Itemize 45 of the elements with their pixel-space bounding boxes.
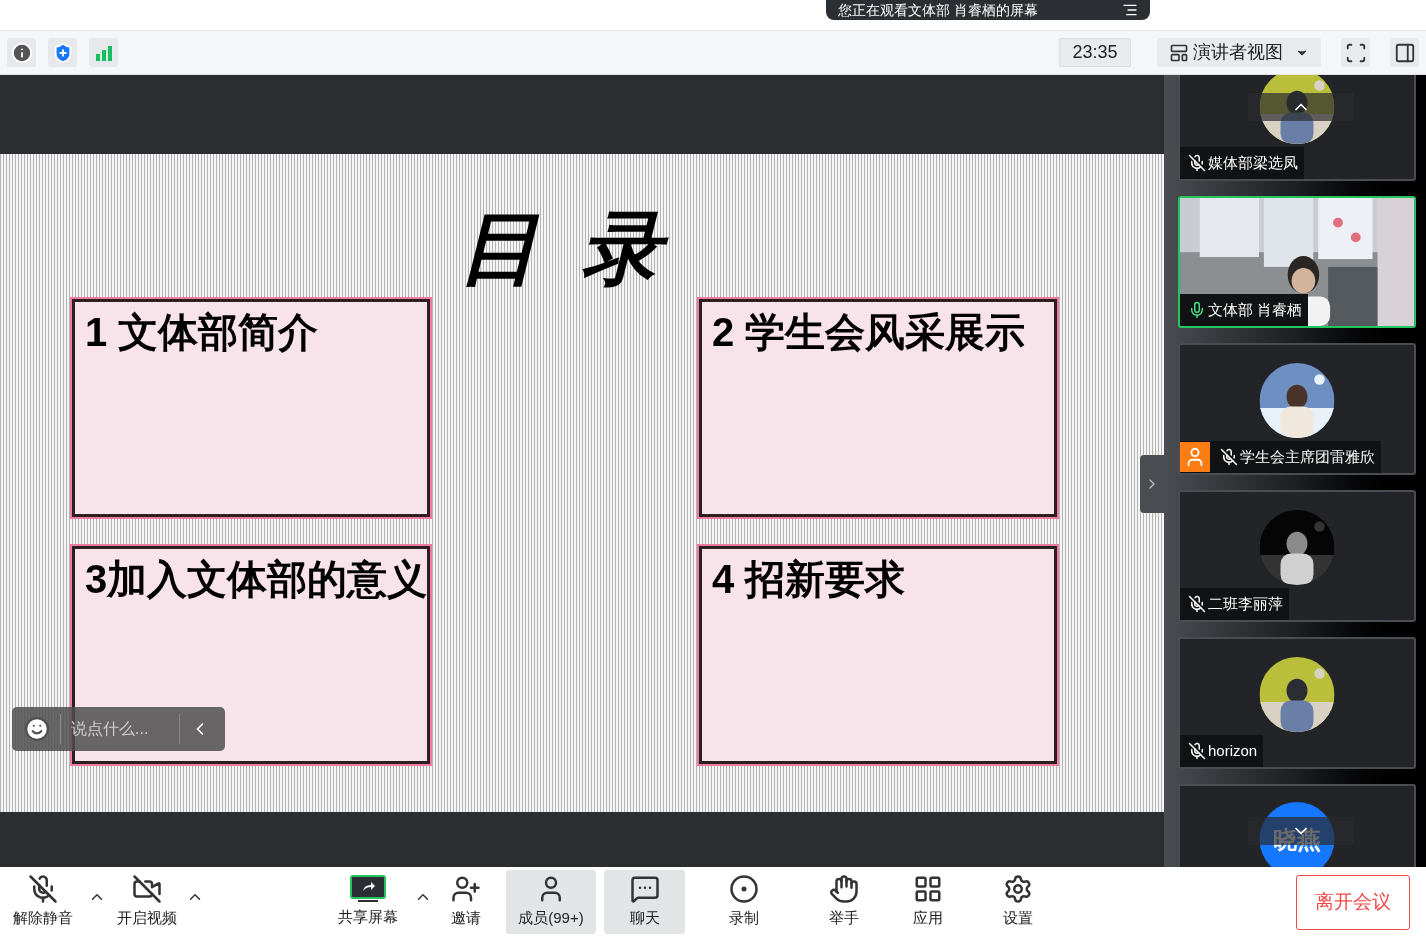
hand-icon: [829, 874, 859, 905]
chat-bubble-icon: [629, 874, 660, 905]
toolbar-button[interactable]: 邀请: [433, 870, 499, 934]
chat-input-bar[interactable]: 说点什么...: [12, 707, 225, 751]
banner-text: 您正在观看文体部 肖睿栖的屏幕: [838, 3, 1038, 17]
fullscreen-icon[interactable]: [1341, 38, 1370, 67]
chat-input-field[interactable]: 说点什么...: [71, 717, 169, 741]
menu-icon[interactable]: [1122, 2, 1138, 18]
section-card: 1 文体部简介: [72, 299, 430, 517]
slide-title: 目 录: [457, 203, 673, 295]
participant-tile[interactable]: 学生会主席团雷雅欣: [1178, 343, 1416, 475]
leave-meeting-button[interactable]: 离开会议: [1296, 874, 1410, 930]
participant-name: 文体部 肖睿栖: [1208, 299, 1303, 320]
panel-toggle[interactable]: [1140, 455, 1164, 513]
toolbar-button[interactable]: 设置: [986, 870, 1050, 934]
info-icon[interactable]: [7, 38, 36, 67]
toolbar-button[interactable]: 共享屏幕: [328, 870, 408, 934]
toolbar-button[interactable]: 录制: [703, 870, 785, 934]
video-off-icon: [132, 874, 162, 905]
side-panel-icon[interactable]: [1390, 38, 1419, 67]
layout-icon: [1169, 42, 1189, 63]
participant-tile[interactable]: 二班李丽萍: [1178, 490, 1416, 622]
meeting-timer: 23:35: [1059, 38, 1131, 67]
toolbar-button[interactable]: 举手: [803, 870, 885, 934]
shield-icon[interactable]: [48, 38, 77, 67]
participant-tile[interactable]: horizon: [1178, 637, 1416, 769]
toolbar-button[interactable]: 成员(99+): [506, 870, 596, 934]
toolbar-button[interactable]: 应用: [896, 870, 960, 934]
section-card: 2 学生会风采展示: [699, 299, 1057, 517]
toolbar-button[interactable]: 开启视频: [114, 870, 180, 934]
apps-icon: [913, 874, 943, 905]
emoji-icon[interactable]: [24, 716, 50, 742]
section-card: 4 招新要求: [699, 546, 1057, 764]
view-dropdown[interactable]: 演讲者视图: [1157, 38, 1321, 67]
participant-tile[interactable]: 文体部 肖睿栖: [1178, 196, 1416, 328]
settings-icon: [1003, 874, 1033, 905]
record-icon: [729, 874, 759, 905]
participant-name: 学生会主席团雷雅欣: [1240, 446, 1375, 467]
toolbar-button[interactable]: 解除静音: [4, 870, 82, 934]
participant-name: 二班李丽萍: [1208, 593, 1283, 614]
participant-name: horizon: [1208, 740, 1258, 761]
participant-name: 媒体部梁选凤: [1208, 152, 1298, 173]
share-screen-icon: [350, 875, 386, 904]
toolbar-button[interactable]: 聊天: [604, 870, 685, 934]
muted-microphone-icon: [28, 874, 58, 905]
